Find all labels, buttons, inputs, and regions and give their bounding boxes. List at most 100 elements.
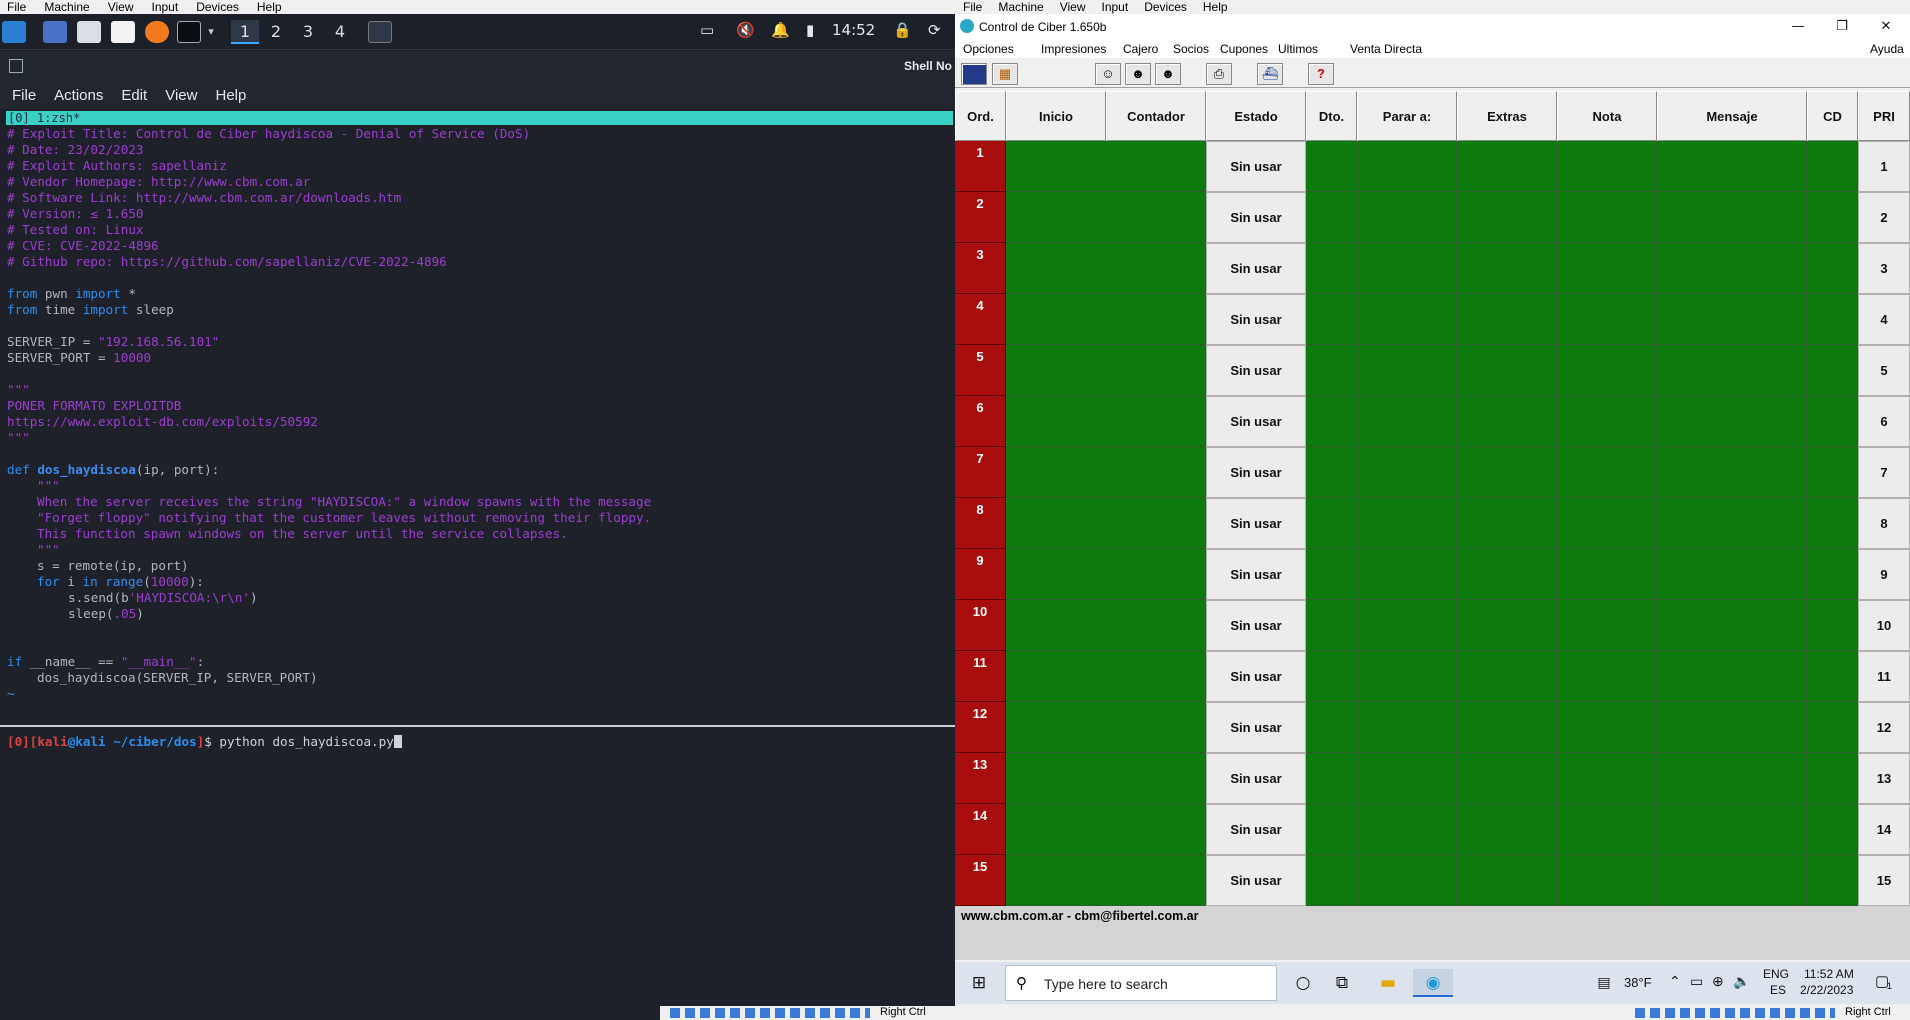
terminal-menu-file[interactable]: File [6,87,42,104]
row-ord-cell[interactable]: 15 [955,855,1006,906]
row-ord-cell[interactable]: 13 [955,753,1006,804]
row-ord-cell[interactable]: 2 [955,192,1006,243]
row-parar-cell[interactable] [1357,855,1457,906]
row-nota-cell[interactable] [1557,600,1657,651]
row-contador-cell[interactable] [1106,192,1206,243]
col-estado[interactable]: Estado [1206,91,1306,141]
row-mensaje-cell[interactable] [1657,345,1807,396]
row-mensaje-cell[interactable] [1657,855,1807,906]
row-mensaje-cell[interactable] [1657,396,1807,447]
row-estado-cell[interactable]: Sin usar [1206,294,1306,345]
row-ord-cell[interactable]: 7 [955,447,1006,498]
chevron-up-icon[interactable]: ⌃ [1669,973,1681,990]
restore-button[interactable]: ❐ [1820,16,1864,38]
menu-cajero[interactable]: Cajero [1123,42,1158,56]
row-cd-cell[interactable] [1807,651,1858,702]
row-mensaje-cell[interactable] [1657,498,1807,549]
row-inicio-cell[interactable] [1006,447,1106,498]
row-extras-cell[interactable] [1457,192,1557,243]
row-parar-cell[interactable] [1357,549,1457,600]
left-vbox-menu-help[interactable]: Help [248,0,291,14]
menu-ultimos[interactable]: Ultimos [1278,42,1318,56]
row-cd-cell[interactable] [1807,804,1858,855]
col-inicio[interactable]: Inicio [1006,91,1106,141]
row-pri-cell[interactable]: 9 [1858,549,1910,600]
right-vbox-menu-input[interactable]: Input [1094,0,1137,14]
row-cd-cell[interactable] [1807,294,1858,345]
row-pri-cell[interactable]: 13 [1858,753,1910,804]
row-pri-cell[interactable]: 4 [1858,294,1910,345]
row-parar-cell[interactable] [1357,600,1457,651]
power-icon[interactable]: ⟳ [928,21,941,39]
row-parar-cell[interactable] [1357,396,1457,447]
pc-row[interactable]: 4 Sin usar 4 [955,294,1910,345]
row-dto-cell[interactable] [1306,345,1357,396]
row-estado-cell[interactable]: Sin usar [1206,396,1306,447]
row-pri-cell[interactable]: 15 [1858,855,1910,906]
row-contador-cell[interactable] [1106,345,1206,396]
row-ord-cell[interactable]: 6 [955,396,1006,447]
text-editor-icon[interactable] [111,21,135,43]
menu-opciones[interactable]: Opciones [963,42,1014,56]
row-ord-cell[interactable]: 11 [955,651,1006,702]
row-contador-cell[interactable] [1106,294,1206,345]
mute-icon[interactable]: 🔇 [736,21,755,39]
row-extras-cell[interactable] [1457,855,1557,906]
row-dto-cell[interactable] [1306,243,1357,294]
row-mensaje-cell[interactable] [1657,600,1807,651]
row-parar-cell[interactable] [1357,753,1457,804]
row-mensaje-cell[interactable] [1657,702,1807,753]
speaker-icon[interactable]: 🔈 [1733,973,1750,990]
row-ord-cell[interactable]: 12 [955,702,1006,753]
row-parar-cell[interactable] [1357,141,1457,192]
row-inicio-cell[interactable] [1006,498,1106,549]
row-nota-cell[interactable] [1557,498,1657,549]
row-pri-cell[interactable]: 12 [1858,702,1910,753]
row-pri-cell[interactable]: 5 [1858,345,1910,396]
row-dto-cell[interactable] [1306,651,1357,702]
row-extras-cell[interactable] [1457,396,1557,447]
row-pri-cell[interactable]: 11 [1858,651,1910,702]
row-ord-cell[interactable]: 1 [955,141,1006,192]
row-contador-cell[interactable] [1106,141,1206,192]
row-extras-cell[interactable] [1457,753,1557,804]
chart-icon[interactable] [961,63,987,85]
row-parar-cell[interactable] [1357,294,1457,345]
workspace-4[interactable]: 4 [326,20,354,44]
taskbar-date[interactable]: 2/22/2023 [1800,983,1853,997]
vbox-status-icons[interactable] [670,1008,870,1018]
menu-impresiones[interactable]: Impresiones [1041,42,1106,56]
help-icon[interactable]: ? [1308,63,1334,85]
chevron-down-icon[interactable]: ▾ [205,21,217,43]
row-pri-cell[interactable]: 10 [1858,600,1910,651]
workspace-3[interactable]: 3 [294,20,322,44]
row-nota-cell[interactable] [1557,192,1657,243]
row-contador-cell[interactable] [1106,753,1206,804]
pc-row[interactable]: 2 Sin usar 2 [955,192,1910,243]
row-dto-cell[interactable] [1306,753,1357,804]
pc-row[interactable]: 10 Sin usar 10 [955,600,1910,651]
col-contador[interactable]: Contador [1106,91,1206,141]
col-ord[interactable]: Ord. [955,91,1006,141]
row-parar-cell[interactable] [1357,243,1457,294]
row-inicio-cell[interactable] [1006,804,1106,855]
row-nota-cell[interactable] [1557,396,1657,447]
task-view-icon[interactable]: ⧉ [1328,969,1356,997]
row-dto-cell[interactable] [1306,498,1357,549]
row-extras-cell[interactable] [1457,498,1557,549]
pc-row[interactable]: 15 Sin usar 15 [955,855,1910,906]
row-contador-cell[interactable] [1106,243,1206,294]
row-contador-cell[interactable] [1106,702,1206,753]
row-cd-cell[interactable] [1807,345,1858,396]
row-dto-cell[interactable] [1306,396,1357,447]
left-vbox-menu-input[interactable]: Input [143,0,188,14]
row-dto-cell[interactable] [1306,600,1357,651]
row-pri-cell[interactable]: 14 [1858,804,1910,855]
row-pri-cell[interactable]: 2 [1858,192,1910,243]
terminal-menu-help[interactable]: Help [209,87,252,104]
row-cd-cell[interactable] [1807,447,1858,498]
windows-start-icon[interactable]: ⊞ [965,969,993,997]
row-contador-cell[interactable] [1106,600,1206,651]
row-pri-cell[interactable]: 7 [1858,447,1910,498]
row-nota-cell[interactable] [1557,753,1657,804]
